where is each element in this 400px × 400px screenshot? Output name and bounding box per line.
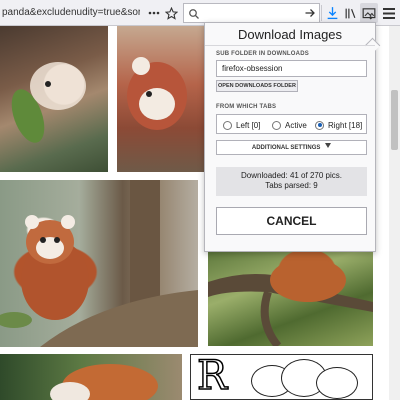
search-input[interactable]: [183, 3, 320, 23]
radio-circle[interactable]: [223, 120, 232, 130]
url-bar-text[interactable]: panda&excludenudity=true&sort=bi: [2, 5, 140, 21]
download-images-popup: Download Images SUB FOLDER IN DOWNLOADS …: [204, 22, 381, 252]
radio-right-label: Right [18]: [328, 120, 363, 130]
library-icon[interactable]: [342, 4, 358, 22]
download-icon[interactable]: [324, 4, 340, 22]
scrollbar-thumb[interactable]: [391, 90, 398, 150]
cloud-outline: [316, 367, 358, 399]
triangle-down-icon: [325, 141, 332, 154]
image-download-extension-icon[interactable]: [360, 3, 378, 23]
red-panda-coloring-page[interactable]: R: [190, 354, 373, 400]
red-panda-lying-photo[interactable]: [0, 354, 182, 400]
additional-settings-label: ADDITIONAL SETTINGS: [251, 145, 321, 152]
toolbar-separator: [321, 5, 322, 21]
download-status-box: Downloaded: 41 of 270 pics. Tabs parsed:…: [216, 167, 367, 196]
red-panda-on-branch-photo[interactable]: [0, 180, 198, 347]
radio-circle[interactable]: [272, 120, 281, 130]
subfolder-input[interactable]: firefox-obsession: [216, 60, 367, 77]
red-panda-eating-leaves-photo[interactable]: [0, 26, 108, 172]
radio-circle-selected[interactable]: [315, 120, 324, 130]
radio-active-tab[interactable]: Active: [272, 119, 307, 131]
tab-selection-group: Left [0] Active Right [18]: [216, 114, 367, 134]
subfolder-label: SUB FOLDER IN DOWNLOADS: [216, 51, 309, 57]
radio-left-label: Left [0]: [236, 120, 261, 130]
cancel-button[interactable]: CANCEL: [216, 207, 367, 235]
tabs-parsed-text: Tabs parsed: 9: [265, 181, 318, 190]
reader-view-icon[interactable]: [146, 4, 162, 22]
coloring-letter: R: [196, 354, 228, 399]
hamburger-menu-icon[interactable]: [381, 4, 397, 22]
star-icon[interactable]: [163, 4, 179, 22]
radio-left-tabs[interactable]: Left [0]: [223, 119, 260, 131]
download-progress-text: Downloaded: 41 of 270 pics.: [241, 171, 342, 180]
arrow-right-icon[interactable]: [302, 4, 318, 22]
radio-right-tabs[interactable]: Right [18]: [315, 119, 362, 131]
page-scrollbar[interactable]: [389, 26, 400, 400]
radio-active-label: Active: [285, 120, 307, 130]
red-panda-closeup-photo[interactable]: [117, 26, 207, 172]
popup-title: Download Images: [237, 27, 343, 42]
additional-settings-button[interactable]: ADDITIONAL SETTINGS: [216, 140, 367, 155]
popup-divider: [205, 45, 375, 46]
open-downloads-folder-button[interactable]: OPEN DOWNLOADS FOLDER: [216, 80, 298, 92]
search-icon: [188, 7, 200, 25]
red-panda-in-tree-photo[interactable]: [208, 252, 373, 346]
tabs-label: FROM WHICH TABS: [216, 104, 277, 110]
